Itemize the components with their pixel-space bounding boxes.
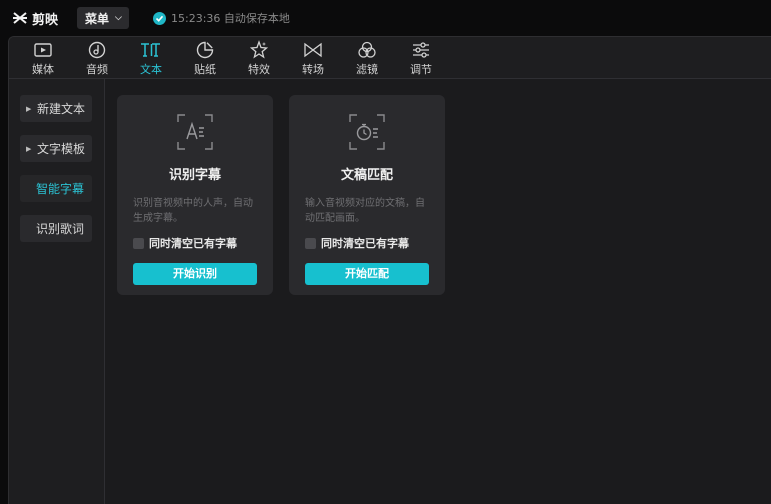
start-recognition-button[interactable]: 开始识别 xyxy=(133,263,257,285)
checkbox-label: 同时清空已有字幕 xyxy=(321,237,409,250)
sidebar-item-label: 新建文本 xyxy=(37,102,86,116)
chevron-down-icon: ⌵ xyxy=(115,13,122,23)
tab-text-label: 文本 xyxy=(140,63,162,76)
sidebar-item-lyrics-recognition[interactable]: 识别歌词 xyxy=(20,215,92,242)
clear-existing-subtitles-checkbox[interactable]: 同时清空已有字幕 xyxy=(133,236,237,250)
caret-right-icon: ▶ xyxy=(26,144,32,153)
check-circle-icon xyxy=(153,11,166,25)
card-title: 识别字幕 xyxy=(168,168,221,183)
menu-button[interactable]: 菜单 ⌵ xyxy=(77,7,129,29)
checkbox-label: 同时清空已有字幕 xyxy=(149,237,237,250)
adjust-icon xyxy=(413,42,429,58)
sticker-icon xyxy=(196,41,214,59)
menu-button-label: 菜单 xyxy=(85,11,110,26)
sidebar-item-label: 文字模板 xyxy=(37,142,86,156)
effects-icon xyxy=(249,40,269,59)
app-logo: 剪映 xyxy=(12,9,59,28)
tab-transition-label: 转场 xyxy=(302,63,324,76)
checkbox-box[interactable] xyxy=(133,237,144,249)
tab-effects[interactable]: 特效 xyxy=(234,40,284,78)
subtitle-recognition-card: 识别字幕 识别音视频中的人声，自动生成字幕。 同时清空已有字幕 开始识别 xyxy=(117,95,273,295)
tab-audio-label: 音频 xyxy=(86,63,108,76)
filter-icon xyxy=(358,41,376,58)
tab-media-label: 媒体 xyxy=(32,63,54,76)
sidebar-item-label: 智能字幕 xyxy=(36,182,85,196)
media-icon xyxy=(34,43,52,57)
content-area: 识别字幕 识别音视频中的人声，自动生成字幕。 同时清空已有字幕 开始识别 文稿匹… xyxy=(105,79,771,504)
tab-text[interactable]: 文本 xyxy=(126,40,176,78)
start-matching-button[interactable]: 开始匹配 xyxy=(305,263,429,285)
tab-filter-label: 滤镜 xyxy=(356,63,378,76)
tab-adjust[interactable]: 调节 xyxy=(396,40,446,78)
tab-effects-label: 特效 xyxy=(248,63,270,76)
autosave-text: 15:23:36 自动保存本地 xyxy=(171,12,290,25)
subtitle-recognition-icon xyxy=(175,112,215,152)
sidebar-item-smart-subtitle[interactable]: 智能字幕 xyxy=(20,175,92,202)
tab-sticker[interactable]: 贴纸 xyxy=(180,40,230,78)
tab-adjust-label: 调节 xyxy=(410,63,432,76)
text-icon xyxy=(141,43,160,57)
tab-audio[interactable]: 音频 xyxy=(72,40,122,78)
app-name: 剪映 xyxy=(32,12,59,28)
tab-media[interactable]: 媒体 xyxy=(18,40,68,78)
audio-icon xyxy=(88,41,106,59)
sidebar-item-label: 识别歌词 xyxy=(36,222,85,236)
clear-existing-subtitles-checkbox[interactable]: 同时清空已有字幕 xyxy=(305,236,409,250)
sidebar-item-text-template[interactable]: ▶ 文字模板 xyxy=(20,135,92,162)
checkbox-box[interactable] xyxy=(305,237,316,249)
title-bar: 剪映 菜单 ⌵ 15:23:36 自动保存本地 xyxy=(0,0,771,36)
card-description: 输入音视频对应的文稿，自动匹配画面。 xyxy=(305,198,425,224)
workspace-panel: 媒体 音频 文本 贴纸 特效 转场 滤镜 调节 ▶ 新建文本 ▶ 文字模板 智能… xyxy=(8,36,771,504)
tab-transition[interactable]: 转场 xyxy=(288,40,338,78)
capcut-logo-icon xyxy=(13,12,27,24)
transition-icon xyxy=(304,42,322,58)
script-match-card: 文稿匹配 输入音视频对应的文稿，自动匹配画面。 同时清空已有字幕 开始匹配 xyxy=(289,95,445,295)
text-sidebar: ▶ 新建文本 ▶ 文字模板 智能字幕 识别歌词 xyxy=(9,79,105,504)
sidebar-item-new-text[interactable]: ▶ 新建文本 xyxy=(20,95,92,122)
media-toolbar: 媒体 音频 文本 贴纸 特效 转场 滤镜 调节 xyxy=(9,37,771,79)
autosave-status: 15:23:36 自动保存本地 xyxy=(153,10,290,26)
tab-filter[interactable]: 滤镜 xyxy=(342,40,392,78)
tab-sticker-label: 贴纸 xyxy=(194,63,216,76)
card-title: 文稿匹配 xyxy=(340,168,393,183)
card-description: 识别音视频中的人声，自动生成字幕。 xyxy=(133,198,253,224)
caret-right-icon: ▶ xyxy=(26,104,32,113)
script-match-icon xyxy=(347,112,387,152)
